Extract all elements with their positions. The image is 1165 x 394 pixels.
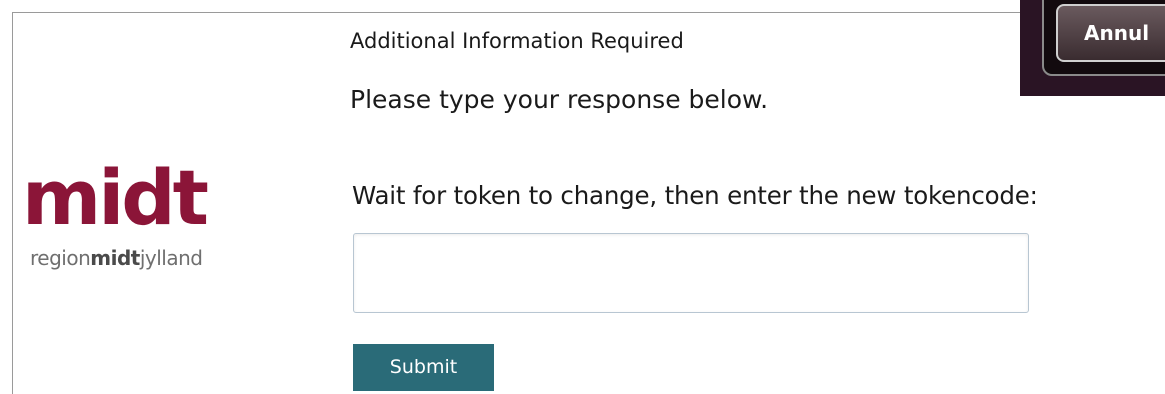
logo-wordmark: midt [22,153,209,242]
logo-tagline: regionmidtjylland [30,246,203,270]
logo-tagline-prefix: region [30,246,91,270]
frame-top-border [12,12,1022,13]
region-midt-logo: midt regionmidtjylland [22,160,272,280]
overlay-dialog-fragment: Annul [1020,0,1165,96]
annul-button[interactable]: Annul [1056,4,1165,62]
tokencode-input[interactable] [353,233,1029,313]
logo-tagline-suffix: jylland [139,246,203,270]
submit-button[interactable]: Submit [353,344,494,391]
form-instruction: Please type your response below. [350,85,769,114]
form-title: Additional Information Required [350,29,684,53]
frame-left-border [12,12,13,394]
logo-tagline-bold: midt [90,246,140,270]
tokencode-label: Wait for token to change, then enter the… [352,181,1038,210]
